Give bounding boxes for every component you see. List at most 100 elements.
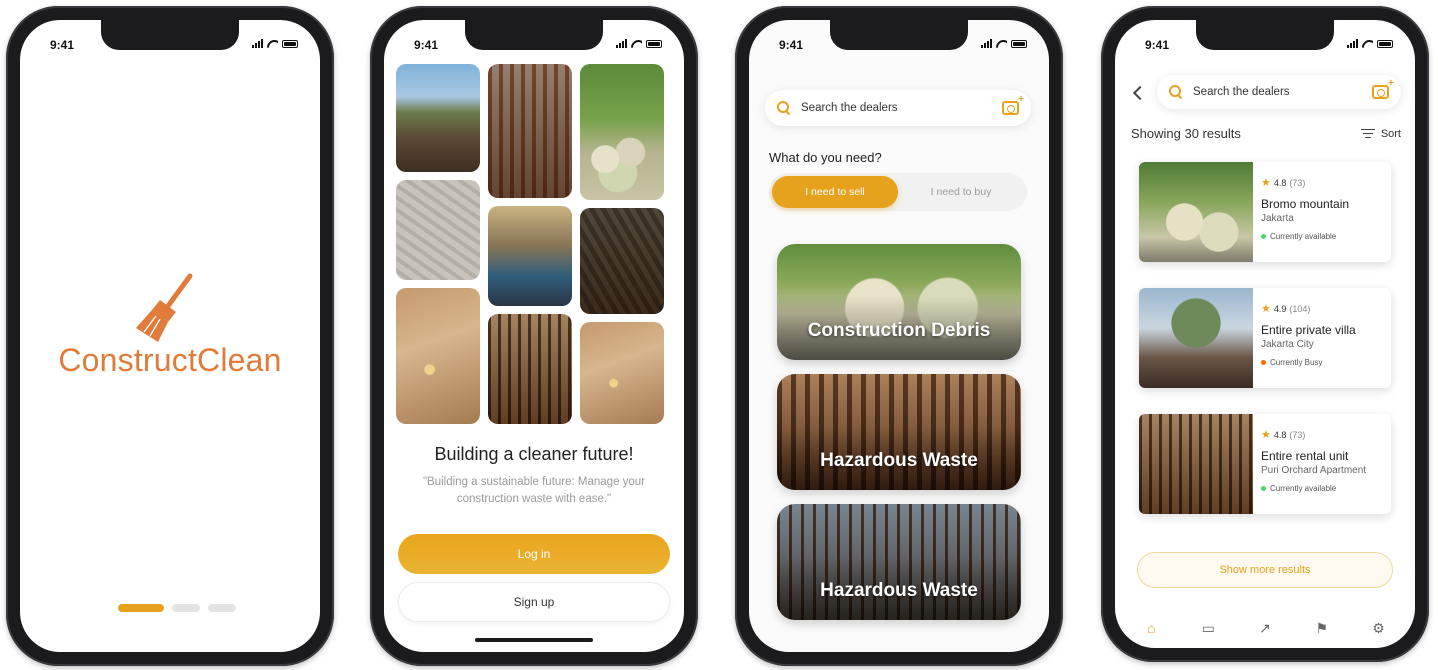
search-bar[interactable]: Search the dealers — [1157, 75, 1401, 109]
collage-photo — [396, 288, 480, 424]
welcome-screen: 9:41 Building a cleaner future! "Buildin… — [384, 20, 684, 652]
collage-photo — [488, 314, 572, 424]
signal-icon — [981, 39, 992, 48]
wifi-icon — [267, 40, 278, 48]
result-card[interactable]: ★ 4.8 (73) Bromo mountain Jakarta Currentl… — [1139, 162, 1391, 262]
status-dot — [1261, 360, 1266, 365]
star-icon: ★ — [1261, 303, 1271, 315]
camera-icon[interactable] — [1372, 78, 1394, 99]
star-icon: ★ — [1261, 429, 1271, 441]
need-label: What do you need? — [769, 150, 882, 165]
search-icon — [1169, 85, 1183, 99]
back-button[interactable] — [1132, 85, 1148, 101]
splash-screen: 9:41 ConstructClean — [20, 20, 320, 652]
phone-home: 9:41 Search the dealers What do you need… — [735, 6, 1063, 666]
photo-collage — [396, 64, 664, 424]
home-icon[interactable]: ⌂ — [1141, 618, 1161, 638]
login-button[interactable]: Log in — [398, 534, 670, 574]
segment-buy[interactable]: I need to buy — [898, 176, 1024, 208]
notch — [101, 20, 239, 50]
category-label: Hazardous Waste — [820, 580, 978, 601]
listing-location: Jakarta — [1261, 213, 1294, 224]
page-indicator — [118, 604, 236, 612]
availability-status: Currently Busy — [1261, 358, 1391, 367]
category-card[interactable]: Hazardous Waste — [777, 374, 1021, 490]
rating: ★ 4.8 (73) — [1261, 177, 1306, 189]
sort-button[interactable]: Sort — [1360, 128, 1401, 140]
collage-photo — [396, 64, 480, 172]
settings-icon[interactable]: ⚙ — [1369, 618, 1389, 638]
phone-results: 9:41 Search the dealers Showing 30 resul… — [1101, 6, 1429, 662]
search-icon — [777, 101, 791, 115]
status-time: 9:41 — [779, 38, 804, 52]
sell-buy-toggle: I need to sell I need to buy — [769, 173, 1027, 211]
rating: ★ 4.9 (104) — [1261, 303, 1311, 315]
rating: ★ 4.8 (73) — [1261, 429, 1306, 441]
mockup-stage: 9:41 ConstructClean 9:41 Building a clea… — [0, 0, 1438, 670]
notch — [830, 20, 968, 50]
welcome-subtitle: "Building a sustainable future: Manage y… — [422, 476, 646, 505]
show-more-button[interactable]: Show more results — [1137, 552, 1393, 588]
phone-welcome: 9:41 Building a cleaner future! "Buildin… — [370, 6, 698, 666]
listing-title: Bromo mountain — [1261, 197, 1350, 211]
signal-icon — [1347, 39, 1358, 48]
collage-photo — [580, 208, 664, 314]
filter-icon — [1360, 128, 1375, 139]
star-icon: ★ — [1261, 177, 1271, 189]
battery-icon — [1011, 39, 1027, 48]
wifi-icon — [631, 40, 642, 48]
brand-name: ConstructClean — [58, 342, 282, 378]
availability-status: Currently available — [1261, 484, 1391, 493]
broom-icon — [136, 273, 193, 342]
search-bar[interactable]: Search the dealers — [765, 90, 1031, 126]
availability-status: Currently available — [1261, 232, 1391, 241]
collage-photo — [488, 206, 572, 306]
category-label: Hazardous Waste — [820, 450, 978, 471]
collage-photo — [396, 180, 480, 280]
app-logo: ConstructClean — [20, 270, 320, 379]
welcome-title: Building a cleaner future! — [434, 444, 634, 464]
listing-photo — [1139, 414, 1253, 514]
status-time: 9:41 — [1145, 38, 1170, 52]
search-input[interactable]: Search the dealers — [1193, 86, 1362, 98]
search-input[interactable]: Search the dealers — [801, 102, 992, 114]
notch — [1196, 20, 1334, 50]
collage-photo — [580, 322, 664, 424]
signal-icon — [616, 39, 627, 48]
signup-button[interactable]: Sign up — [398, 582, 670, 622]
result-card[interactable]: ★ 4.8 (73) Entire rental unit Puri Orchard… — [1139, 414, 1391, 514]
phone-splash: 9:41 ConstructClean — [6, 6, 334, 666]
trending-icon[interactable]: ↗ — [1255, 618, 1275, 638]
status-dot — [1261, 234, 1266, 239]
page-dot-active[interactable] — [118, 604, 164, 612]
battery-icon — [282, 39, 298, 48]
collage-photo — [488, 64, 572, 198]
listing-location: Jakarta City — [1261, 339, 1314, 350]
calendar-icon[interactable]: ▭ — [1198, 618, 1218, 638]
category-card[interactable]: Hazardous Waste — [777, 504, 1021, 620]
result-card[interactable]: ★ 4.9 (104) Entire private villa Jakarta C… — [1139, 288, 1391, 388]
category-card[interactable]: Construction Debris — [777, 244, 1021, 360]
listing-photo — [1139, 288, 1253, 388]
flag-icon[interactable]: ⚑ — [1312, 618, 1332, 638]
category-label: Construction Debris — [807, 320, 991, 341]
listing-photo — [1139, 162, 1253, 262]
page-dot[interactable] — [208, 604, 236, 612]
listing-location: Puri Orchard Apartment — [1261, 465, 1367, 476]
chevron-left-icon — [1132, 85, 1148, 101]
wifi-icon — [996, 40, 1007, 48]
camera-icon[interactable] — [1002, 94, 1024, 115]
segment-sell[interactable]: I need to sell — [772, 176, 898, 208]
status-dot — [1261, 486, 1266, 491]
battery-icon — [646, 39, 662, 48]
listing-title: Entire private villa — [1261, 323, 1356, 337]
status-icons — [252, 39, 298, 48]
bottom-tab-bar: ⌂ ▭ ↗ ⚑ ⚙ — [1115, 608, 1415, 648]
wifi-icon — [1362, 40, 1373, 48]
results-header: Showing 30 results Sort — [1131, 126, 1401, 141]
results-count: Showing 30 results — [1131, 126, 1241, 141]
status-icons — [616, 39, 662, 48]
collage-photo — [580, 64, 664, 200]
page-dot[interactable] — [172, 604, 200, 612]
status-icons — [981, 39, 1027, 48]
